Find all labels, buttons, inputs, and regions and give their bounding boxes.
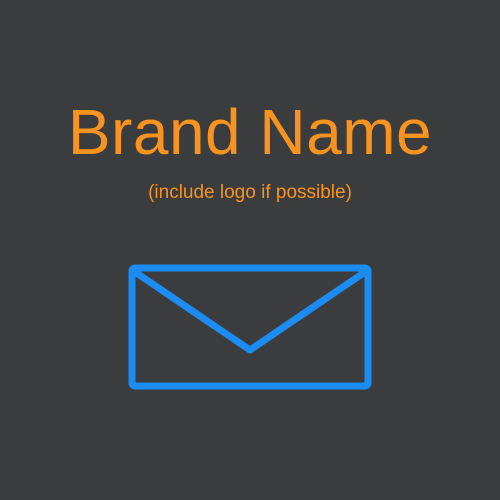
- envelope-icon: [128, 264, 372, 390]
- envelope-flap: [128, 266, 372, 354]
- brand-logo-hint: (include logo if possible): [148, 182, 352, 203]
- envelope-body: [128, 264, 372, 390]
- brand-name-title: Brand Name: [67, 96, 433, 168]
- placeholder-card: Brand Name (include logo if possible): [0, 0, 500, 500]
